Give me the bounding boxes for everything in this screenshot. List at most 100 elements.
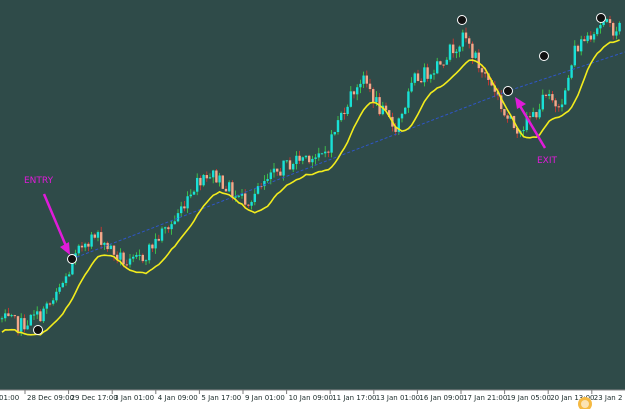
candle-body-bear xyxy=(23,318,26,330)
candle-body-bear xyxy=(39,311,42,322)
candle-body-bear xyxy=(93,234,96,238)
candle-body-bear xyxy=(125,264,128,266)
x-tick-label: 3 Jan 01:00 xyxy=(114,394,154,402)
candle-body-bull xyxy=(285,160,288,162)
entry-label: ENTRY xyxy=(24,176,54,186)
candle-body-bear xyxy=(535,112,538,118)
candle-body-bull xyxy=(103,242,106,245)
candle-body-bear xyxy=(608,19,612,23)
candle-body-bull xyxy=(567,77,570,91)
candle-body-bear xyxy=(365,75,368,84)
candle-body-bull xyxy=(618,22,621,32)
candle-body-bull xyxy=(282,160,285,176)
candle-body-bull xyxy=(304,155,308,158)
candle-body-bull xyxy=(548,94,551,96)
candle-body-bull xyxy=(410,82,413,92)
candle-body-bull xyxy=(77,245,80,254)
candle-body-bull xyxy=(605,19,608,22)
candle-body-bull xyxy=(218,175,221,183)
candle-body-bull xyxy=(432,73,436,75)
candle-body-bull xyxy=(144,260,148,262)
candle-body-bear xyxy=(48,303,52,305)
candle-body-bear xyxy=(141,254,144,262)
candle-body-bull xyxy=(538,109,541,118)
candle-body-bull xyxy=(192,191,196,195)
candle-body-bull xyxy=(445,59,448,65)
candle-body-bull xyxy=(32,314,36,316)
candle-body-bull xyxy=(170,224,173,230)
candle-body-bull xyxy=(269,172,272,180)
candle-body-bull xyxy=(164,227,167,229)
candle-body-bear xyxy=(372,89,375,103)
candle-body-bull xyxy=(55,291,58,301)
candle-body-bull xyxy=(253,193,256,203)
candle-body-bull xyxy=(541,94,544,110)
candle-body-bull xyxy=(615,31,618,36)
candle-body-bull xyxy=(564,90,567,105)
candle-body-bull xyxy=(186,196,189,209)
exit-label: EXIT xyxy=(537,156,558,166)
candle-body-bear xyxy=(439,61,442,65)
candle-body-bull xyxy=(208,177,212,179)
candle-body-bull xyxy=(330,134,333,153)
candle-body-bull xyxy=(173,221,176,225)
candle-body-bull xyxy=(295,155,298,164)
candle-body-bull xyxy=(148,244,151,261)
candle-body-bull xyxy=(458,46,461,52)
candle-body-bull xyxy=(448,44,452,60)
candle-body-bear xyxy=(244,193,247,205)
candle-body-bear xyxy=(7,313,10,317)
candle-body-bull xyxy=(68,274,71,277)
candle-body-bull xyxy=(20,318,23,332)
candle-body-bull xyxy=(119,252,122,260)
candle-body-bull xyxy=(154,238,157,249)
candle-body-bull xyxy=(292,163,295,170)
candle-body-bull xyxy=(109,245,112,250)
candle-body-bull xyxy=(84,243,87,248)
x-tick-label: 28 Dec 09:00 xyxy=(27,394,74,402)
candle-body-bear xyxy=(343,112,346,114)
signal-marker xyxy=(33,325,43,335)
x-tick-label: 17 Jan 21:00 xyxy=(463,394,507,402)
candle-body-bear xyxy=(420,80,423,83)
x-tick-label-partial: Jan 01:00 xyxy=(0,394,19,402)
candle-body-bull xyxy=(272,168,276,173)
candle-body-bear xyxy=(506,115,509,119)
candle-body-bull xyxy=(45,303,48,309)
candle-body-bear xyxy=(544,94,548,96)
candle-body-bear xyxy=(247,204,250,206)
candle-body-bear xyxy=(471,43,474,58)
candle-body-bull xyxy=(132,256,135,259)
candle-body-bull xyxy=(346,106,349,114)
candle-body-bull xyxy=(96,232,100,238)
candle-body-bull xyxy=(0,318,4,320)
candle-body-bull xyxy=(160,228,164,241)
candle-body-bear xyxy=(215,170,218,183)
candle-body-bear xyxy=(112,245,116,255)
candle-body-bull xyxy=(532,112,535,117)
candle-body-bull xyxy=(202,175,205,186)
candle-body-bull xyxy=(90,234,93,247)
candle-body-bear xyxy=(221,175,224,189)
candle-body-bull xyxy=(311,158,314,163)
candle-body-bear xyxy=(13,315,16,317)
candle-body-bear xyxy=(551,94,554,101)
candle-body-bull xyxy=(400,113,404,119)
candle-body-bear xyxy=(183,206,186,209)
candle-body-bear xyxy=(583,39,586,42)
candle-body-bull xyxy=(404,107,407,114)
candle-body-bear xyxy=(528,116,532,118)
candle-body-bull xyxy=(592,34,596,40)
candle-body-bear xyxy=(442,64,445,66)
candle-body-bull xyxy=(4,313,7,319)
candle-body-bull xyxy=(375,97,378,103)
candle-body-bear xyxy=(308,155,311,163)
candle-body-bull xyxy=(474,52,477,58)
candle-body-bull xyxy=(333,132,336,135)
candle-body-bear xyxy=(589,35,592,40)
candle-body-bull xyxy=(407,91,410,108)
candle-body-bear xyxy=(612,22,615,36)
candle-body-bear xyxy=(464,32,468,39)
candle-body-bear xyxy=(480,68,484,73)
candle-body-bull xyxy=(522,130,525,132)
